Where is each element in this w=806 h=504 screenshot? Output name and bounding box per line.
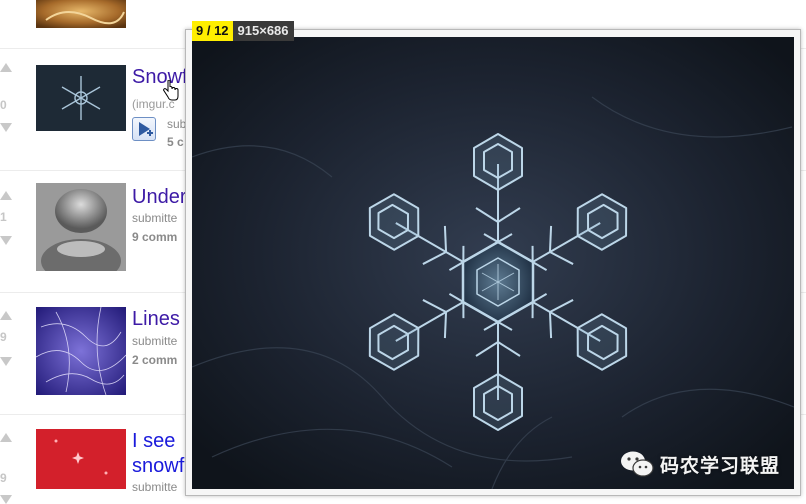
image-viewer-popup[interactable] (185, 29, 801, 496)
post-submitted: submitte (132, 334, 178, 348)
post-score: 9 (0, 471, 7, 485)
downvote-arrow-icon[interactable] (0, 495, 12, 504)
watermark: 码农学习联盟 (620, 450, 780, 478)
post-title[interactable]: I see (132, 430, 175, 453)
post-comments-link[interactable]: 5 c (167, 135, 184, 149)
image-expand-icon[interactable] (132, 117, 156, 141)
post-thumbnail-microscope[interactable] (36, 183, 126, 271)
post-thumbnail-snowflake[interactable] (36, 65, 126, 131)
watermark-text: 码农学习联盟 (660, 454, 781, 477)
post-title-continued[interactable]: snowf (132, 455, 184, 478)
downvote-arrow-icon[interactable] (0, 357, 12, 366)
upvote-arrow-icon[interactable] (0, 63, 12, 72)
post-comments-link[interactable]: 9 comm (132, 230, 177, 244)
post-comments-link[interactable]: 2 comm (132, 353, 177, 367)
snowflake-photo[interactable] (192, 37, 794, 489)
post-score: 1 (0, 210, 7, 224)
post-submitted: submitte (132, 211, 178, 225)
post-row (0, 0, 806, 28)
upvote-arrow-icon[interactable] (0, 311, 12, 320)
image-counter: 9 / 12 (192, 21, 233, 41)
post-title[interactable]: Lines (132, 308, 180, 331)
upvote-arrow-icon[interactable] (0, 433, 12, 442)
post-thumbnail-red[interactable] (36, 429, 126, 489)
wechat-logo-icon (621, 451, 654, 477)
image-info-badge: 9 / 12 915×686 (192, 21, 294, 41)
post-thumbnail-golden[interactable] (36, 0, 126, 28)
image-dimensions: 915×686 (232, 21, 294, 41)
post-score: 0 (0, 98, 7, 112)
downvote-arrow-icon[interactable] (0, 123, 12, 132)
post-submitted: submitte (132, 480, 178, 494)
hand-pointer-icon (162, 79, 180, 102)
upvote-arrow-icon[interactable] (0, 191, 12, 200)
post-thumbnail-lines[interactable] (36, 307, 126, 395)
post-score: 9 (0, 330, 7, 344)
downvote-arrow-icon[interactable] (0, 236, 12, 245)
post-title[interactable]: Under (132, 186, 186, 209)
